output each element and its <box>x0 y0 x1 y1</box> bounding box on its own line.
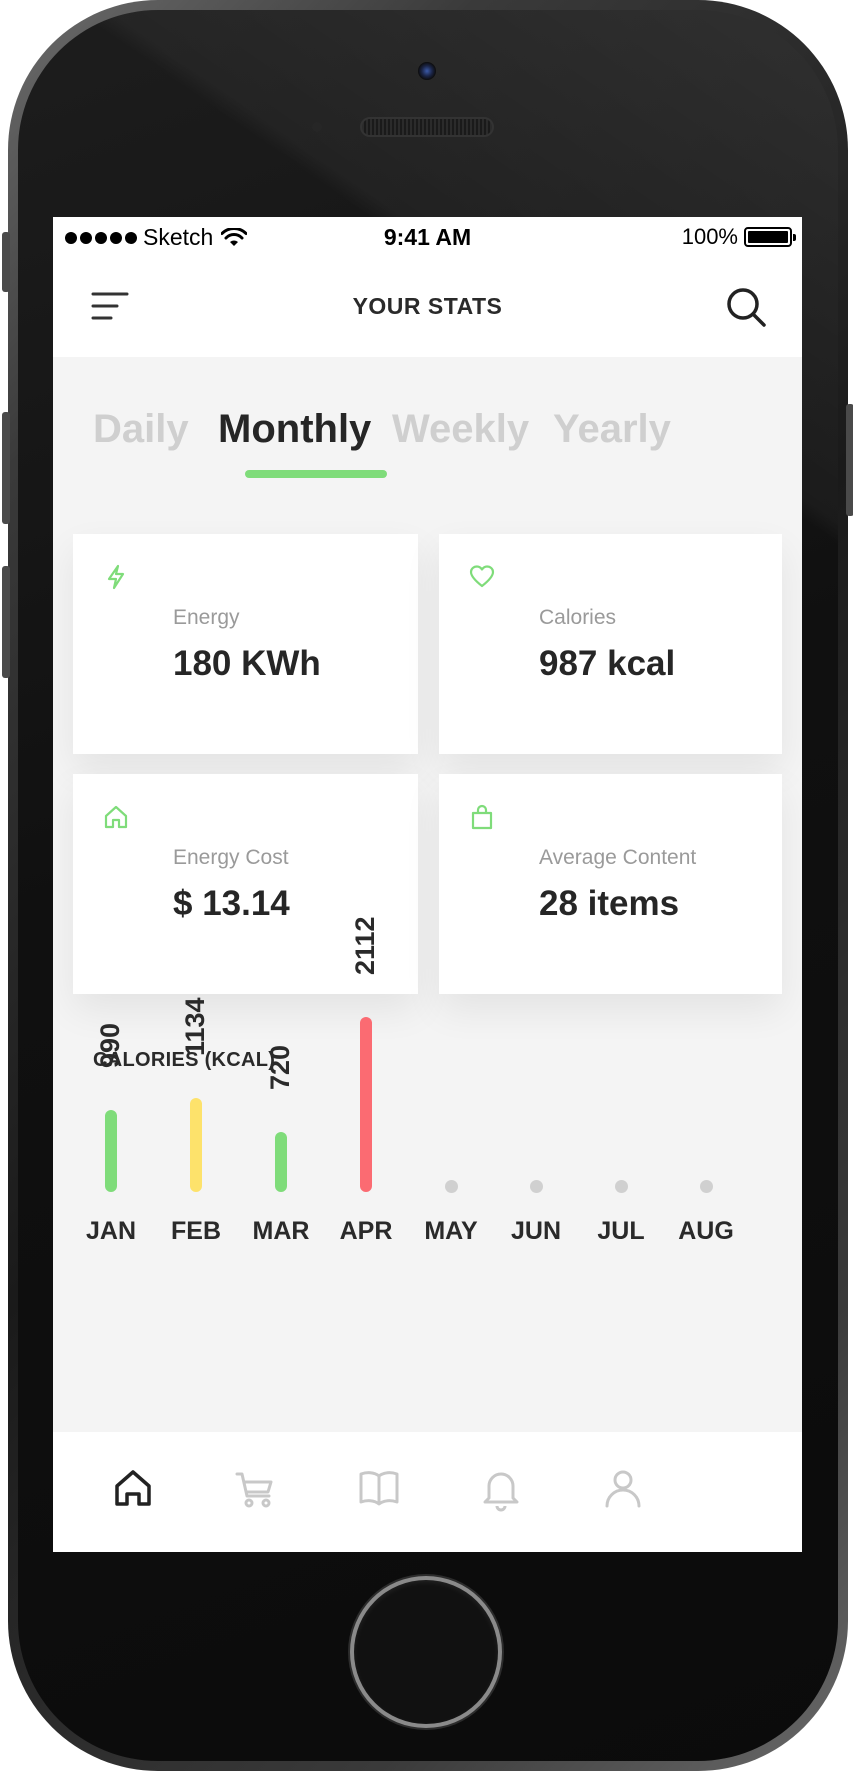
power-button <box>846 404 853 516</box>
card-value: 28 items <box>539 884 680 923</box>
book-icon[interactable] <box>355 1464 403 1512</box>
energy-card[interactable]: Energy 180 KWh <box>73 534 418 754</box>
status-right: 100% <box>681 224 796 250</box>
energy-cost-card[interactable]: Energy Cost $ 13.14 <box>73 774 418 994</box>
home-icon <box>104 805 128 829</box>
bell-icon[interactable] <box>477 1464 525 1512</box>
month-label: AUG <box>678 1217 734 1245</box>
home-button[interactable] <box>354 1580 498 1724</box>
volume-down-button <box>2 566 10 678</box>
front-camera <box>418 62 436 80</box>
period-tabs: Daily Monthly Weekly Yearly <box>53 357 802 497</box>
calories-card[interactable]: Calories 987 kcal <box>439 534 782 754</box>
bar-feb[interactable] <box>190 1098 202 1192</box>
card-value: 987 kcal <box>539 644 676 683</box>
proximity-sensor <box>312 122 322 132</box>
status-bar: Sketch 9:41 AM 100% <box>53 217 802 257</box>
empty-month-dot <box>699 1180 713 1193</box>
cart-icon[interactable] <box>231 1464 279 1512</box>
tab-monthly[interactable]: Monthly <box>218 407 371 452</box>
battery-icon <box>744 227 796 247</box>
month-label: JAN <box>85 1217 136 1245</box>
month-label: JUL <box>597 1217 645 1245</box>
month-label: MAR <box>252 1217 310 1245</box>
empty-month-dot <box>529 1180 543 1193</box>
chart-title: CALORIES (KCAL) <box>93 1049 276 1071</box>
lightning-icon <box>107 564 125 590</box>
app-header: YOUR STATS <box>53 257 802 357</box>
page-title: YOUR STATS <box>352 293 503 319</box>
bottom-tab-bar <box>53 1432 802 1552</box>
month-label: FEB <box>171 1217 221 1245</box>
earpiece-speaker <box>360 117 494 137</box>
card-label: Energy Cost <box>173 846 289 869</box>
tab-daily[interactable]: Daily <box>93 407 189 452</box>
tab-weekly[interactable]: Weekly <box>392 407 529 452</box>
user-icon[interactable] <box>599 1464 647 1512</box>
card-label: Average Content <box>539 846 697 869</box>
empty-month-dot <box>444 1180 458 1193</box>
card-value: $ 13.14 <box>173 884 290 923</box>
home-icon[interactable] <box>109 1464 157 1512</box>
active-tab-indicator <box>245 470 387 478</box>
card-label: Energy <box>173 606 240 629</box>
bar-value-label: 1134 <box>180 997 210 1057</box>
bar-mar[interactable] <box>275 1132 287 1192</box>
card-value: 180 KWh <box>173 644 321 683</box>
tab-yearly[interactable]: Yearly <box>553 407 671 452</box>
volume-up-button <box>2 412 10 524</box>
card-label: Calories <box>539 606 617 629</box>
shopping-bag-icon <box>471 804 493 830</box>
month-label: MAY <box>424 1217 478 1245</box>
heart-icon <box>469 565 495 588</box>
month-label: APR <box>339 1217 393 1245</box>
empty-month-dot <box>614 1180 628 1193</box>
average-content-card[interactable]: Average Content 28 items <box>439 774 782 994</box>
mute-switch <box>2 232 10 292</box>
app-screen: Sketch 9:41 AM 100% YOUR STATS Daily Mon… <box>53 217 802 1552</box>
search-icon[interactable] <box>724 285 768 329</box>
bar-apr[interactable] <box>360 1017 372 1192</box>
bar-jan[interactable] <box>105 1109 117 1192</box>
month-label: JUN <box>510 1217 561 1245</box>
battery-percent: 100% <box>681 224 738 249</box>
